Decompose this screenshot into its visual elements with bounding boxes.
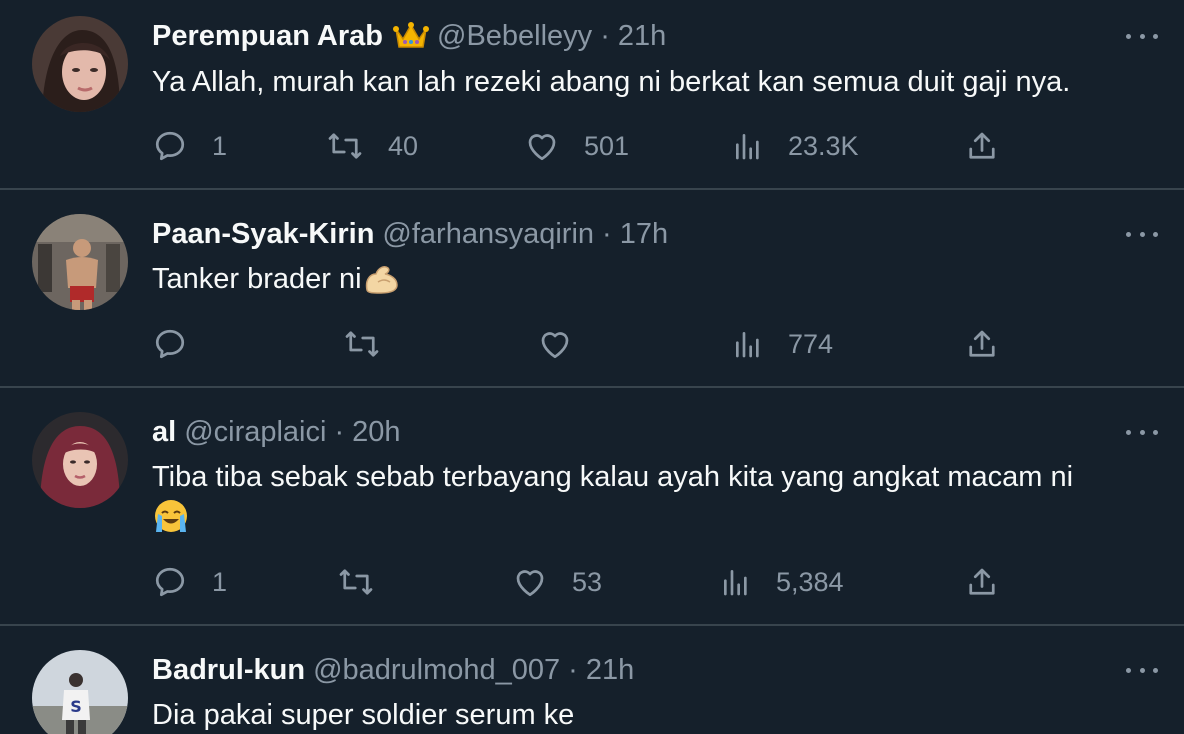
views-button[interactable]: 5,384 [720, 562, 844, 602]
retweet-count: 40 [388, 130, 419, 161]
tweet-text: Tiba tiba sebak sebab terbayang kalau ay… [152, 461, 1074, 493]
display-name[interactable]: Badrul-kun [152, 652, 305, 688]
tweet-text: Tanker brader ni [152, 258, 400, 306]
reply-icon [155, 567, 185, 597]
tweet-text-body: Tanker brader ni [152, 263, 362, 295]
username-handle[interactable]: @ciraplaici [184, 414, 326, 450]
share-icon [969, 132, 995, 159]
reply-button[interactable] [152, 324, 188, 364]
tweet-actions: 774 [0, 324, 1184, 364]
more-options-icon[interactable] [1126, 222, 1158, 246]
like-button[interactable] [537, 324, 573, 364]
username-handle[interactable]: @badrulmohd_007 [313, 652, 560, 688]
share-icon [969, 568, 995, 595]
username-handle[interactable]: @farhansyaqirin [382, 216, 594, 252]
loudly-crying-face-icon [152, 498, 190, 546]
reply-icon [155, 329, 185, 359]
tweet-text: Ya Allah, murah kan lah rezeki abang ni … [152, 66, 1071, 98]
tweet-header: al @ciraplaici · 20h [152, 414, 401, 450]
share-icon [969, 330, 995, 357]
like-count: 501 [584, 130, 630, 161]
reply-button[interactable]: 1 [152, 126, 227, 166]
retweet-button[interactable]: 40 [326, 126, 418, 166]
views-button[interactable]: 23.3K [732, 126, 859, 166]
retweet-button[interactable] [343, 324, 381, 364]
view-count: 774 [788, 328, 834, 359]
view-count: 23.3K [788, 130, 859, 161]
avatar[interactable] [32, 214, 128, 310]
retweet-icon [345, 331, 379, 357]
retweet-button[interactable] [337, 562, 375, 602]
separator-dot: · [334, 416, 345, 448]
reply-icon [155, 131, 185, 161]
tweet-actions: 1 40 501 23.3K [0, 126, 1184, 166]
flexed-biceps-icon [364, 262, 400, 306]
more-options-icon[interactable] [1126, 420, 1158, 444]
retweet-icon [328, 133, 362, 159]
display-name[interactable]: Perempuan Arab [152, 18, 383, 54]
views-chart-icon [736, 332, 759, 358]
heart-icon [516, 570, 544, 597]
reply-tweet[interactable]: Paan-Syak-Kirin @farhansyaqirin · 17h Ta… [0, 190, 1184, 388]
tweet-header: Perempuan Arab @Bebelleyy · 21h [152, 18, 666, 54]
avatar[interactable] [32, 16, 128, 112]
username-handle[interactable]: @Bebelleyy [437, 18, 592, 54]
more-options-icon[interactable] [1126, 24, 1158, 48]
reply-tweet[interactable]: S Badrul-kun @badrulmohd_007 · 21h Dia p… [0, 626, 1184, 734]
like-button[interactable]: 53 [512, 562, 602, 602]
avatar[interactable]: S [32, 650, 128, 734]
retweet-icon [339, 569, 373, 595]
tweet-text-emoji-line [152, 498, 190, 546]
share-button[interactable] [964, 324, 1000, 364]
tweet-header: Badrul-kun @badrulmohd_007 · 21h [152, 652, 634, 688]
tweet-header: Paan-Syak-Kirin @farhansyaqirin · 17h [152, 216, 668, 252]
tweet-actions: 1 53 5,384 [0, 562, 1184, 602]
heart-icon [528, 134, 556, 161]
svg-text:S: S [70, 697, 82, 716]
like-count: 53 [572, 566, 603, 597]
views-chart-icon [736, 134, 759, 160]
reply-count: 1 [212, 130, 228, 161]
display-name[interactable]: al [152, 414, 176, 450]
heart-icon [541, 332, 569, 359]
timestamp[interactable]: 21h [618, 18, 666, 54]
reply-count: 1 [212, 566, 228, 597]
views-chart-icon [724, 570, 747, 596]
separator-dot: · [600, 20, 610, 52]
timestamp[interactable]: 17h [620, 216, 668, 252]
timestamp[interactable]: 21h [586, 652, 634, 688]
timestamp[interactable]: 20h [352, 414, 400, 450]
view-count: 5,384 [776, 566, 844, 597]
crown-icon [393, 21, 429, 51]
display-name[interactable]: Paan-Syak-Kirin [152, 216, 374, 252]
share-button[interactable] [964, 126, 1000, 166]
reply-tweet[interactable]: al @ciraplaici · 20h Tiba tiba sebak seb… [0, 388, 1184, 626]
reply-tweet[interactable]: Perempuan Arab @Bebelleyy · 21h Ya Allah… [0, 0, 1184, 190]
share-button[interactable] [964, 562, 1000, 602]
more-options-icon[interactable] [1126, 658, 1158, 682]
separator-dot: · [602, 218, 612, 250]
separator-dot: · [568, 654, 578, 686]
tweet-text: Dia pakai super soldier serum ke [152, 699, 575, 731]
reply-button[interactable]: 1 [152, 562, 227, 602]
avatar[interactable] [32, 412, 128, 508]
views-button[interactable]: 774 [732, 324, 833, 364]
like-button[interactable]: 501 [524, 126, 629, 166]
